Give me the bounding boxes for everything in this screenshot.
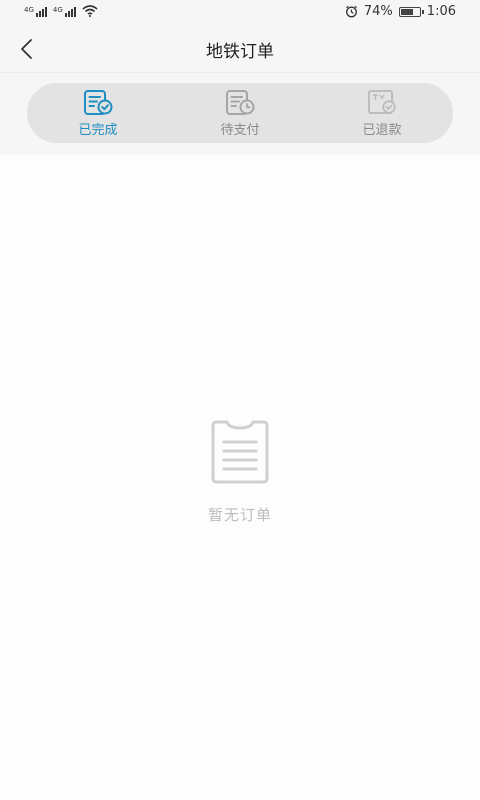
- status-right: 74% 1:06: [345, 4, 456, 19]
- wifi-icon: [82, 5, 98, 17]
- order-tabs: 已完成 待支付 已退款: [27, 83, 453, 143]
- pending-payment-icon: [226, 89, 255, 115]
- tab-pending-payment-label: 待支付: [220, 122, 260, 138]
- battery-percent: 74%: [363, 4, 393, 19]
- network-type-2: 4G: [52, 6, 63, 14]
- alarm-icon: [345, 5, 357, 18]
- empty-state-text: 暂无订单: [207, 506, 272, 524]
- empty-document-icon: [211, 420, 269, 484]
- tab-pending-payment[interactable]: 待支付: [169, 83, 311, 143]
- tab-completed-label: 已完成: [78, 122, 118, 138]
- clock: 1:06: [426, 4, 456, 19]
- battery-icon: [398, 6, 424, 17]
- screen: 4G 4G 74% 1:06 地铁订单 已完成 待支付 已退款 暂无订单: [0, 0, 480, 800]
- status-left: 4G 4G: [24, 5, 98, 17]
- tab-refunded[interactable]: 已退款: [311, 83, 453, 143]
- completed-order-icon: [84, 89, 113, 115]
- battery-fill: [400, 8, 414, 15]
- page-title: 地铁订单: [206, 42, 274, 62]
- refunded-icon: [368, 89, 396, 114]
- signal-icon-sim2: 4G: [53, 7, 76, 17]
- network-type-1: 4G: [24, 6, 34, 14]
- status-bar: 4G 4G 74% 1:06: [0, 0, 480, 26]
- empty-state: 暂无订单: [0, 420, 480, 525]
- tab-completed[interactable]: 已完成: [27, 83, 169, 143]
- tab-refunded-label: 已退款: [362, 122, 402, 138]
- tabs-wrap: 已完成 待支付 已退款: [0, 73, 480, 155]
- signal-icon-sim1: 4G: [24, 7, 47, 17]
- nav-bar: 地铁订单: [0, 26, 480, 73]
